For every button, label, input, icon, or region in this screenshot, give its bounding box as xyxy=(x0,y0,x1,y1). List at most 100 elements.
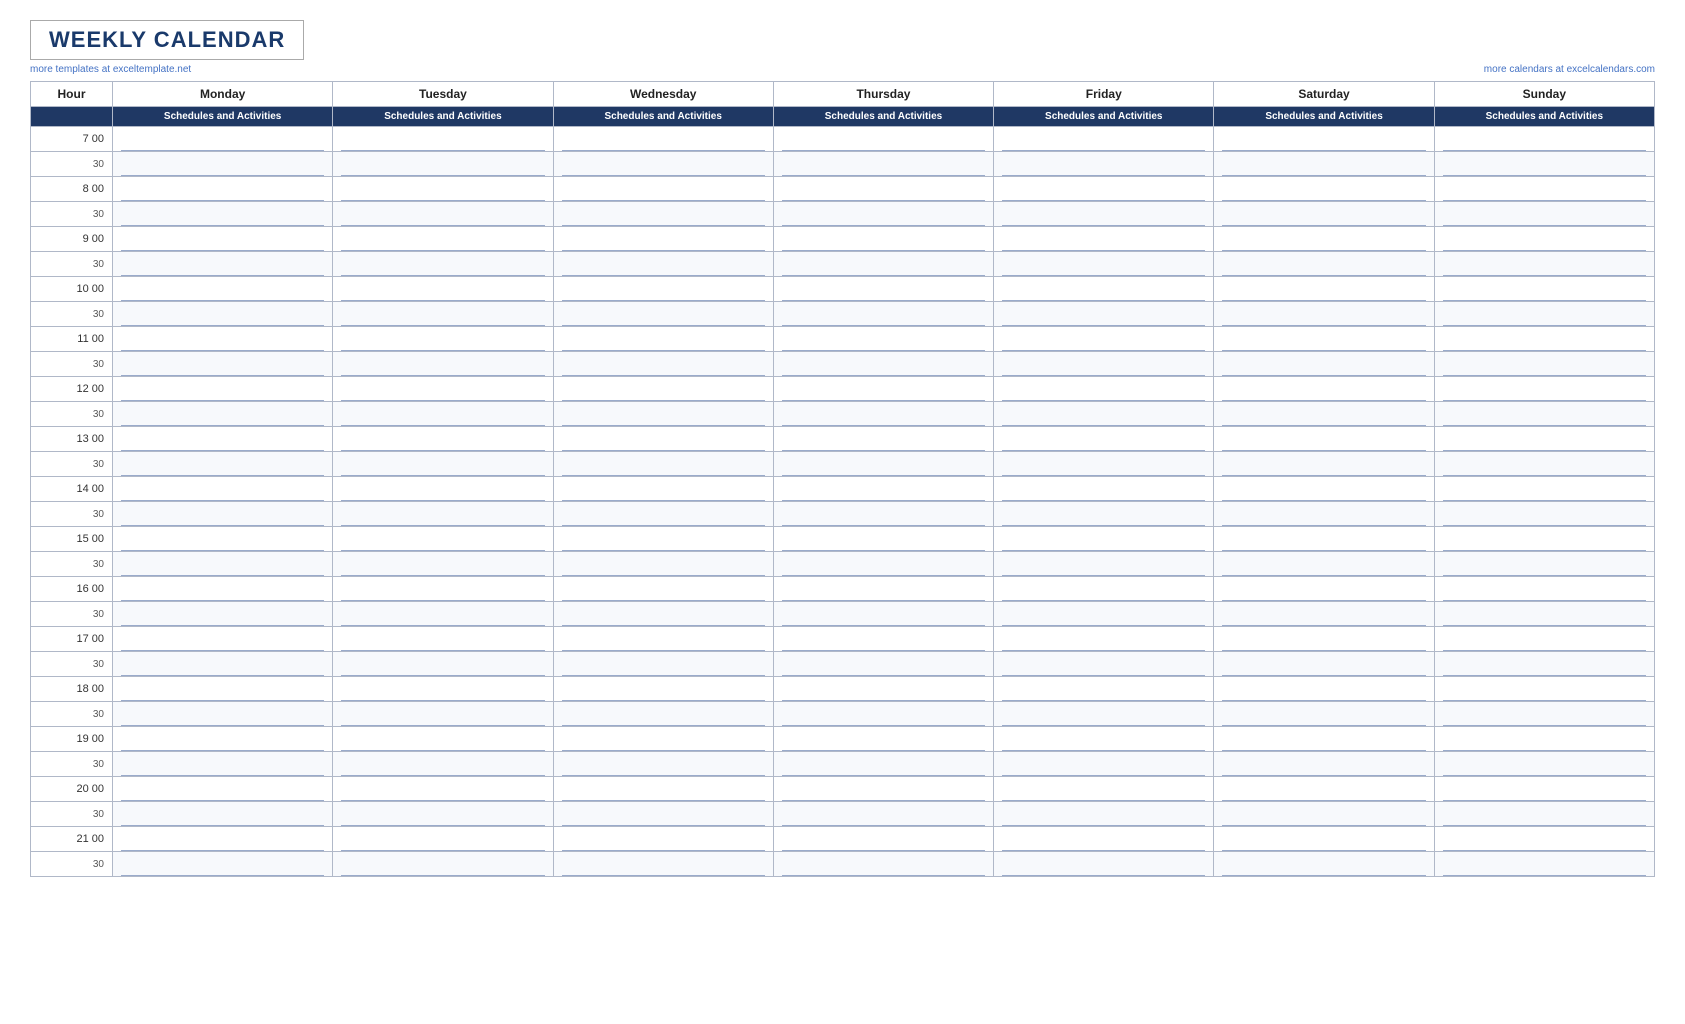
schedule-cell[interactable] xyxy=(773,577,993,602)
schedule-cell[interactable] xyxy=(1214,427,1434,452)
schedule-cell[interactable] xyxy=(333,227,553,252)
schedule-cell[interactable] xyxy=(113,652,333,677)
schedule-cell[interactable] xyxy=(773,152,993,177)
schedule-cell[interactable] xyxy=(1434,177,1654,202)
schedule-cell[interactable] xyxy=(113,777,333,802)
schedule-cell[interactable] xyxy=(1214,177,1434,202)
schedule-cell[interactable] xyxy=(1434,352,1654,377)
schedule-cell[interactable] xyxy=(773,552,993,577)
schedule-cell[interactable] xyxy=(333,377,553,402)
schedule-cell[interactable] xyxy=(333,627,553,652)
schedule-cell[interactable] xyxy=(773,477,993,502)
schedule-cell[interactable] xyxy=(333,327,553,352)
schedule-cell[interactable] xyxy=(113,727,333,752)
schedule-cell[interactable] xyxy=(1214,777,1434,802)
schedule-cell[interactable] xyxy=(333,277,553,302)
schedule-cell[interactable] xyxy=(994,477,1214,502)
schedule-cell[interactable] xyxy=(994,427,1214,452)
schedule-cell[interactable] xyxy=(994,402,1214,427)
schedule-cell[interactable] xyxy=(553,377,773,402)
schedule-cell[interactable] xyxy=(1434,127,1654,152)
schedule-cell[interactable] xyxy=(994,227,1214,252)
schedule-cell[interactable] xyxy=(773,627,993,652)
schedule-cell[interactable] xyxy=(553,752,773,777)
schedule-cell[interactable] xyxy=(553,202,773,227)
schedule-cell[interactable] xyxy=(553,427,773,452)
schedule-cell[interactable] xyxy=(773,377,993,402)
schedule-cell[interactable] xyxy=(1434,727,1654,752)
schedule-cell[interactable] xyxy=(553,577,773,602)
schedule-cell[interactable] xyxy=(1434,702,1654,727)
schedule-cell[interactable] xyxy=(1214,727,1434,752)
schedule-cell[interactable] xyxy=(1214,627,1434,652)
schedule-cell[interactable] xyxy=(1214,827,1434,852)
link-right[interactable]: more calendars at excelcalendars.com xyxy=(1484,64,1655,75)
schedule-cell[interactable] xyxy=(1214,277,1434,302)
schedule-cell[interactable] xyxy=(553,727,773,752)
schedule-cell[interactable] xyxy=(553,302,773,327)
schedule-cell[interactable] xyxy=(1214,752,1434,777)
schedule-cell[interactable] xyxy=(1434,627,1654,652)
schedule-cell[interactable] xyxy=(113,227,333,252)
schedule-cell[interactable] xyxy=(113,752,333,777)
schedule-cell[interactable] xyxy=(773,202,993,227)
schedule-cell[interactable] xyxy=(113,452,333,477)
schedule-cell[interactable] xyxy=(1214,677,1434,702)
schedule-cell[interactable] xyxy=(773,652,993,677)
schedule-cell[interactable] xyxy=(1434,802,1654,827)
schedule-cell[interactable] xyxy=(333,802,553,827)
schedule-cell[interactable] xyxy=(1214,302,1434,327)
schedule-cell[interactable] xyxy=(994,252,1214,277)
schedule-cell[interactable] xyxy=(1434,452,1654,477)
schedule-cell[interactable] xyxy=(1434,402,1654,427)
schedule-cell[interactable] xyxy=(113,552,333,577)
schedule-cell[interactable] xyxy=(553,802,773,827)
schedule-cell[interactable] xyxy=(553,477,773,502)
schedule-cell[interactable] xyxy=(333,727,553,752)
schedule-cell[interactable] xyxy=(113,702,333,727)
schedule-cell[interactable] xyxy=(773,702,993,727)
schedule-cell[interactable] xyxy=(1434,327,1654,352)
schedule-cell[interactable] xyxy=(333,302,553,327)
schedule-cell[interactable] xyxy=(553,777,773,802)
schedule-cell[interactable] xyxy=(553,127,773,152)
schedule-cell[interactable] xyxy=(994,677,1214,702)
schedule-cell[interactable] xyxy=(113,677,333,702)
schedule-cell[interactable] xyxy=(333,552,553,577)
schedule-cell[interactable] xyxy=(1434,552,1654,577)
schedule-cell[interactable] xyxy=(1214,152,1434,177)
schedule-cell[interactable] xyxy=(773,227,993,252)
schedule-cell[interactable] xyxy=(1214,852,1434,877)
schedule-cell[interactable] xyxy=(773,602,993,627)
schedule-cell[interactable] xyxy=(773,177,993,202)
schedule-cell[interactable] xyxy=(994,602,1214,627)
schedule-cell[interactable] xyxy=(113,302,333,327)
schedule-cell[interactable] xyxy=(994,277,1214,302)
schedule-cell[interactable] xyxy=(1214,652,1434,677)
schedule-cell[interactable] xyxy=(1434,302,1654,327)
schedule-cell[interactable] xyxy=(773,252,993,277)
schedule-cell[interactable] xyxy=(113,252,333,277)
schedule-cell[interactable] xyxy=(1434,652,1654,677)
schedule-cell[interactable] xyxy=(113,402,333,427)
schedule-cell[interactable] xyxy=(333,127,553,152)
schedule-cell[interactable] xyxy=(994,202,1214,227)
schedule-cell[interactable] xyxy=(773,777,993,802)
schedule-cell[interactable] xyxy=(773,327,993,352)
schedule-cell[interactable] xyxy=(773,502,993,527)
schedule-cell[interactable] xyxy=(994,152,1214,177)
schedule-cell[interactable] xyxy=(1214,802,1434,827)
schedule-cell[interactable] xyxy=(333,577,553,602)
schedule-cell[interactable] xyxy=(333,402,553,427)
schedule-cell[interactable] xyxy=(773,802,993,827)
schedule-cell[interactable] xyxy=(113,627,333,652)
schedule-cell[interactable] xyxy=(1434,852,1654,877)
schedule-cell[interactable] xyxy=(1214,552,1434,577)
schedule-cell[interactable] xyxy=(773,402,993,427)
schedule-cell[interactable] xyxy=(553,402,773,427)
schedule-cell[interactable] xyxy=(113,427,333,452)
schedule-cell[interactable] xyxy=(553,852,773,877)
schedule-cell[interactable] xyxy=(994,727,1214,752)
schedule-cell[interactable] xyxy=(994,852,1214,877)
schedule-cell[interactable] xyxy=(553,627,773,652)
